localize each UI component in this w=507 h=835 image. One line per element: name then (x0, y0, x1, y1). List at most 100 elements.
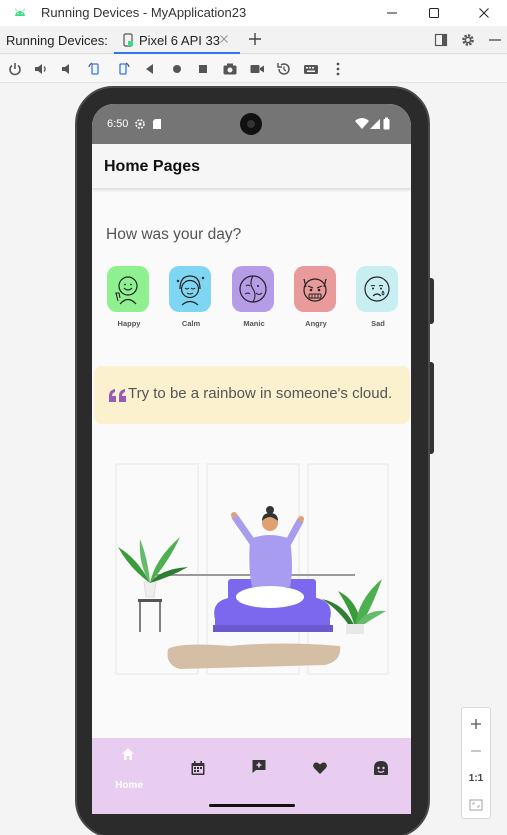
nav-item-favorites[interactable] (290, 738, 352, 800)
device-toolbar (0, 55, 507, 83)
more-icon (336, 62, 340, 76)
overview-button[interactable] (195, 61, 211, 77)
close-button[interactable] (461, 0, 507, 26)
screen-record-icon (250, 65, 264, 73)
mood-manic[interactable]: Manic (232, 266, 276, 328)
mood-label: Sad (371, 319, 385, 328)
device-screen[interactable]: 6:50 Home Pages How was your day? Happy … (92, 104, 411, 814)
rotate-left-button[interactable] (87, 61, 103, 77)
zoom-out-button[interactable] (462, 737, 490, 765)
status-time: 6:50 (107, 118, 129, 130)
wifi-icon (355, 118, 369, 129)
add-tab-icon[interactable] (248, 32, 262, 46)
front-camera (240, 113, 262, 135)
page-title: Home Pages (104, 158, 201, 175)
battery-icon (383, 117, 390, 130)
running-devices-label: Running Devices: (6, 33, 108, 48)
zoom-out-icon (471, 750, 481, 752)
volume-up-icon (35, 64, 46, 74)
mood-label: Manic (243, 319, 265, 328)
gesture-home-indicator[interactable] (209, 804, 295, 807)
mood-sad[interactable]: Sad (356, 266, 400, 328)
running-devices-tabbar: Running Devices: Pixel 6 API 33 (0, 26, 507, 54)
mood-face-icon (374, 761, 388, 775)
mood-tile (294, 266, 336, 312)
fit-screen-button[interactable] (462, 791, 490, 819)
bottom-navigation: Home (92, 738, 411, 814)
sad-face-icon (364, 276, 390, 302)
mood-label: Happy (117, 319, 141, 328)
layout-icon[interactable] (434, 33, 448, 47)
chat-plus-icon (252, 760, 266, 773)
mood-label: Angry (305, 319, 327, 328)
more-options-button[interactable] (330, 61, 346, 77)
rotate-left-icon (88, 62, 99, 75)
angry-face-icon (303, 278, 327, 302)
volume-down-icon (62, 64, 69, 74)
keyboard-button[interactable] (303, 61, 319, 77)
nav-label-home: Home (115, 780, 143, 791)
android-icon (15, 8, 25, 16)
quote-icon (109, 389, 126, 402)
back-icon (146, 64, 153, 74)
calm-face-icon (176, 275, 205, 306)
snapshot-button[interactable] (276, 61, 292, 77)
snapshot-icon (277, 63, 290, 75)
power-button[interactable] (7, 61, 23, 77)
mood-label: Calm (181, 319, 201, 328)
signal-icon (370, 119, 380, 129)
zoom-in-button[interactable] (462, 710, 490, 738)
settings-notification-icon (135, 119, 145, 129)
maximize-button[interactable] (411, 0, 457, 26)
window-title: Running Devices - MyApplication23 (41, 5, 247, 20)
minimize-button[interactable] (369, 0, 415, 26)
mood-calm[interactable]: Calm (169, 266, 213, 328)
bedroom-morning-illustration (115, 463, 389, 675)
mood-tile (169, 266, 211, 312)
sd-card-icon (153, 119, 161, 129)
overview-icon (199, 65, 207, 73)
volume-down-button[interactable] (59, 61, 75, 77)
screen-record-button[interactable] (249, 61, 265, 77)
home-button[interactable] (169, 61, 185, 77)
close-tab-icon[interactable] (218, 33, 230, 45)
mood-tile (356, 266, 398, 312)
tab-label: Pixel 6 API 33 (139, 33, 220, 48)
actual-size-button[interactable]: 1:1 (462, 764, 490, 792)
nav-item-home[interactable]: Home (98, 738, 160, 800)
screenshot-icon (223, 63, 237, 75)
back-button[interactable] (142, 61, 158, 77)
maximize-icon (429, 8, 439, 18)
phone-power-key (430, 278, 434, 324)
android-status-bar: 6:50 (92, 104, 411, 144)
nav-item-chat[interactable] (229, 738, 291, 800)
tab-pixel-6-api-33[interactable]: Pixel 6 API 33 (114, 26, 240, 54)
gear-icon[interactable] (461, 33, 475, 47)
minus-icon[interactable] (488, 33, 502, 47)
home-icon (122, 748, 134, 760)
window-titlebar: Running Devices - MyApplication23 (0, 0, 507, 26)
keyboard-icon (304, 65, 318, 74)
mood-happy[interactable]: Happy (107, 266, 151, 328)
power-icon (9, 63, 21, 76)
mood-tile (232, 266, 274, 312)
fit-screen-icon (469, 799, 483, 811)
happy-face-icon (115, 276, 138, 305)
minimize-icon (387, 12, 397, 14)
volume-up-button[interactable] (33, 61, 49, 77)
mood-angry[interactable]: Angry (294, 266, 338, 328)
mood-question: How was your day? (106, 226, 242, 243)
heart-icon (313, 762, 327, 774)
rotate-right-button[interactable] (115, 61, 131, 77)
nav-item-mood[interactable] (350, 738, 411, 800)
zoom-in-icon (471, 719, 481, 729)
rotate-right-icon (119, 62, 130, 75)
home-icon (173, 65, 181, 73)
device-icon (123, 33, 133, 47)
mood-tile (107, 266, 149, 312)
quote-text: Try to be a rainbow in someone's cloud. (128, 385, 393, 402)
zoom-controls: 1:1 (461, 707, 491, 819)
screenshot-button[interactable] (222, 61, 238, 77)
phone-volume-key (430, 362, 434, 454)
nav-item-calendar[interactable] (168, 738, 230, 800)
